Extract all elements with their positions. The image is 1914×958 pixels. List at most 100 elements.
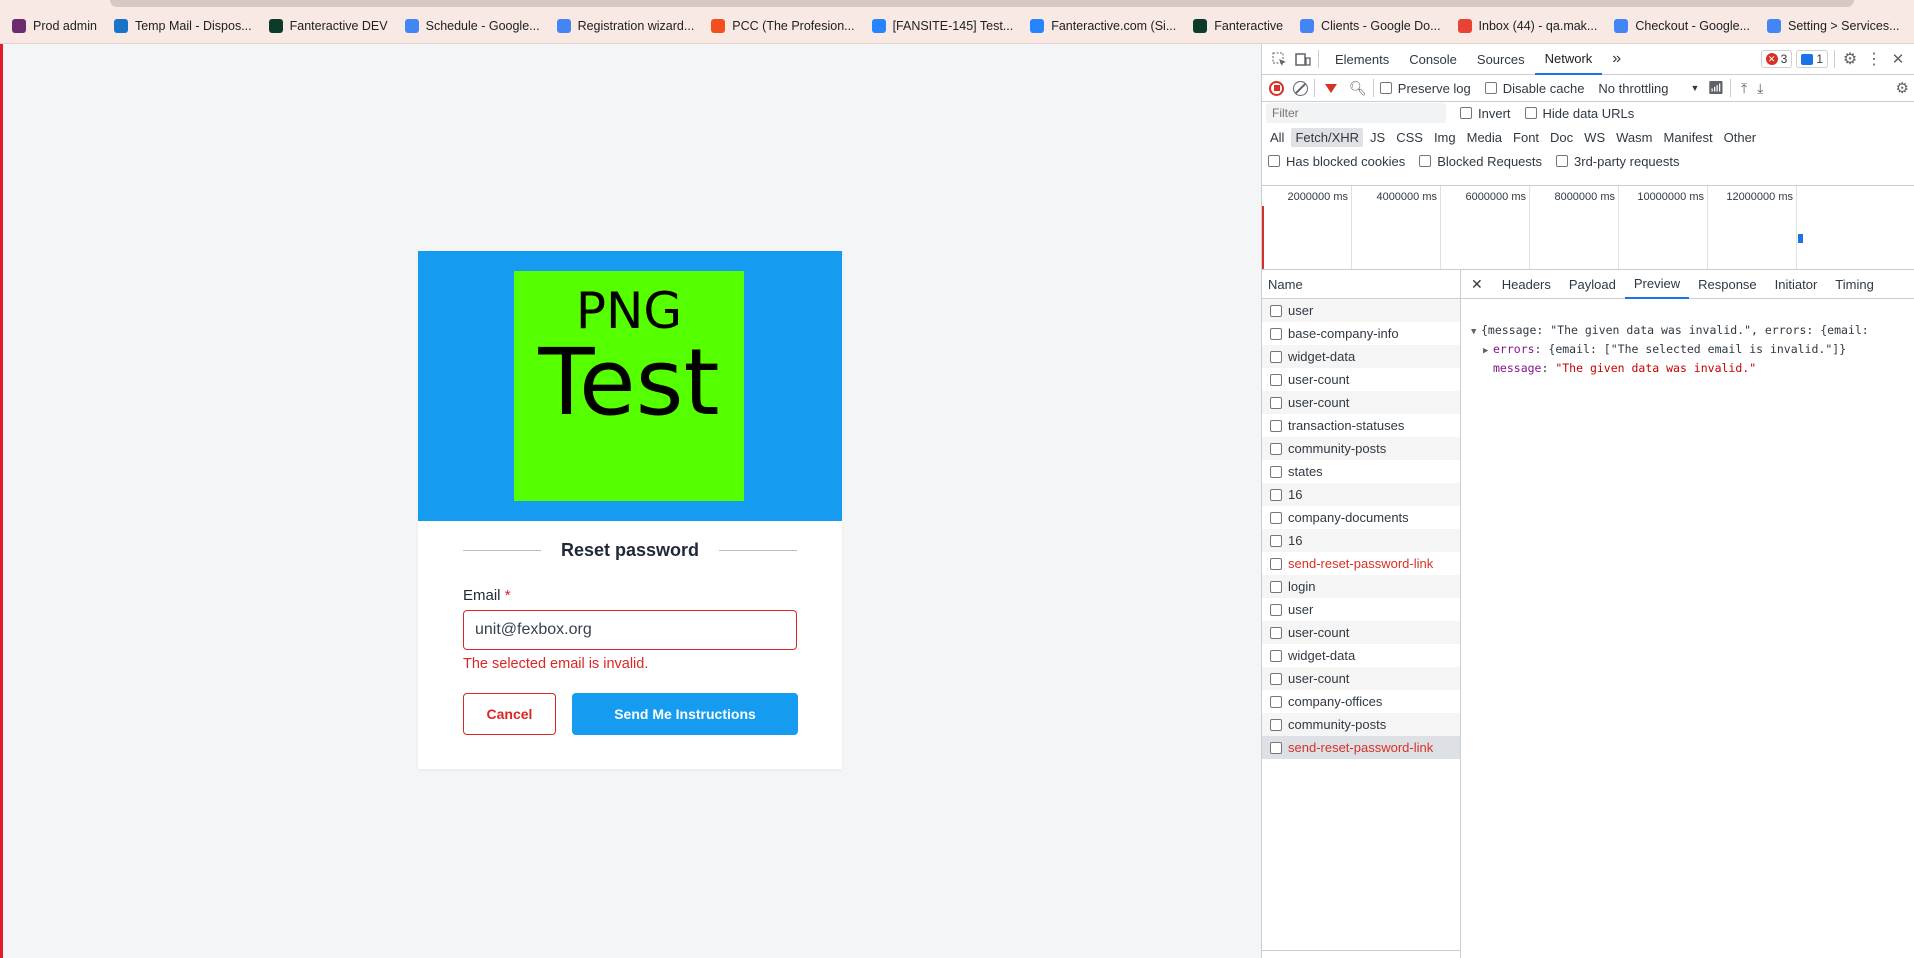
errors-badge[interactable]: ✕ 3 <box>1760 50 1793 68</box>
table-row[interactable]: send-reset-password-link <box>1262 736 1460 759</box>
row-checkbox[interactable] <box>1270 649 1282 662</box>
type-filter-fetch-xhr[interactable]: Fetch/XHR <box>1291 127 1364 147</box>
row-checkbox[interactable] <box>1270 350 1282 363</box>
bookmark-item[interactable]: Inbox (44) - qa.mak... <box>1457 18 1597 33</box>
type-filter-css[interactable]: CSS <box>1392 128 1427 147</box>
checkbox-box[interactable] <box>1484 82 1497 94</box>
more-tabs-button[interactable]: » <box>1602 44 1631 75</box>
table-row[interactable]: login <box>1262 575 1460 598</box>
checkbox-box[interactable] <box>1419 155 1432 167</box>
search-icon[interactable]: 🔍︎ <box>1349 80 1367 97</box>
cancel-button[interactable]: Cancel <box>463 693 556 735</box>
row-checkbox[interactable] <box>1270 672 1282 685</box>
kebab-menu-icon[interactable]: ⋮ <box>1865 50 1883 68</box>
tab-response[interactable]: Response <box>1689 270 1766 299</box>
row-checkbox[interactable] <box>1270 718 1282 731</box>
expand-triangle-icon[interactable]: ▼ <box>1471 324 1481 341</box>
bookmark-item[interactable]: PCC (The Profesion... <box>711 18 855 33</box>
type-filter-ws[interactable]: WS <box>1580 128 1609 147</box>
name-column-header[interactable]: Name <box>1262 270 1460 299</box>
type-filter-wasm[interactable]: Wasm <box>1612 128 1656 147</box>
send-instructions-button[interactable]: Send Me Instructions <box>572 693 798 735</box>
bookmark-item[interactable]: Schedule - Google... <box>404 18 540 33</box>
table-row[interactable]: 16 <box>1262 483 1460 506</box>
row-checkbox[interactable] <box>1270 488 1282 501</box>
table-row[interactable]: widget-data <box>1262 644 1460 667</box>
type-filter-doc[interactable]: Doc <box>1546 128 1577 147</box>
checkbox-box[interactable] <box>1268 155 1280 167</box>
preserve-log-checkbox[interactable]: Preserve log <box>1379 81 1471 96</box>
has-blocked-cookies-checkbox[interactable]: Has blocked cookies <box>1268 154 1405 169</box>
preview-errors-line[interactable]: ▶ errors: {email: ["The selected email is… <box>1471 341 1914 360</box>
throttling-select[interactable]: No throttling ▼ <box>1598 81 1699 96</box>
hide-data-urls-checkbox[interactable]: Hide data URLs <box>1524 106 1634 121</box>
checkbox-box[interactable] <box>1556 155 1569 167</box>
bookmark-item[interactable]: Fanteractive DEV <box>268 18 388 33</box>
type-filter-img[interactable]: Img <box>1430 128 1460 147</box>
bookmark-item[interactable]: Temp Mail - Dispos... <box>113 18 252 33</box>
table-row[interactable]: send-reset-password-link <box>1262 552 1460 575</box>
tab-timing[interactable]: Timing <box>1826 270 1883 299</box>
network-conditions-icon[interactable]: 📶︎ <box>1707 80 1724 96</box>
row-checkbox[interactable] <box>1270 511 1282 524</box>
tab-elements[interactable]: Elements <box>1325 44 1399 75</box>
export-har-icon[interactable]: ⤓ <box>1757 80 1763 97</box>
row-checkbox[interactable] <box>1270 626 1282 639</box>
disable-cache-checkbox[interactable]: Disable cache <box>1484 81 1584 96</box>
filter-input[interactable] <box>1266 103 1446 123</box>
tab-initiator[interactable]: Initiator <box>1766 270 1827 299</box>
row-checkbox[interactable] <box>1270 465 1282 478</box>
collapse-triangle-icon[interactable]: ▶ <box>1483 343 1493 360</box>
device-toolbar-icon[interactable] <box>1294 50 1312 68</box>
type-filter-js[interactable]: JS <box>1366 128 1389 147</box>
third-party-checkbox[interactable]: 3rd-party requests <box>1556 154 1680 169</box>
checkbox-box[interactable] <box>1524 107 1537 119</box>
table-row[interactable]: community-posts <box>1262 713 1460 736</box>
row-checkbox[interactable] <box>1270 373 1282 386</box>
table-row[interactable]: user-count <box>1262 368 1460 391</box>
row-checkbox[interactable] <box>1270 442 1282 455</box>
inspect-element-icon[interactable] <box>1270 50 1288 68</box>
checkbox-box[interactable] <box>1379 82 1392 94</box>
blocked-requests-checkbox[interactable]: Blocked Requests <box>1419 154 1542 169</box>
type-filter-all[interactable]: All <box>1266 128 1288 147</box>
tab-preview[interactable]: Preview <box>1624 270 1690 299</box>
table-row[interactable]: user-count <box>1262 391 1460 414</box>
gear-icon[interactable]: ⚙ <box>1841 50 1859 68</box>
tab-sources[interactable]: Sources <box>1467 44 1535 75</box>
row-checkbox[interactable] <box>1270 534 1282 547</box>
bookmark-item[interactable]: Checkout - Google... <box>1614 18 1750 33</box>
email-field[interactable] <box>463 610 797 650</box>
table-row[interactable]: states <box>1262 460 1460 483</box>
bookmark-item[interactable]: Fanteractive.com (Si... <box>1030 18 1176 33</box>
checkbox-box[interactable] <box>1460 107 1472 119</box>
table-row[interactable]: user <box>1262 598 1460 621</box>
table-row[interactable]: company-documents <box>1262 506 1460 529</box>
table-row[interactable]: company-offices <box>1262 690 1460 713</box>
preview-root-line[interactable]: ▼ {message: "The given data was invalid."… <box>1471 322 1914 341</box>
row-checkbox[interactable] <box>1270 603 1282 616</box>
type-filter-media[interactable]: Media <box>1463 128 1506 147</box>
table-row[interactable]: 16 <box>1262 529 1460 552</box>
tab-console[interactable]: Console <box>1399 44 1467 75</box>
type-filter-font[interactable]: Font <box>1509 128 1543 147</box>
bookmark-item[interactable]: Clients - Google Do... <box>1300 18 1441 33</box>
row-checkbox[interactable] <box>1270 741 1282 754</box>
table-row[interactable]: widget-data <box>1262 345 1460 368</box>
bookmark-item[interactable]: Prod admin <box>12 18 97 33</box>
table-row[interactable]: community-posts <box>1262 437 1460 460</box>
row-checkbox[interactable] <box>1270 557 1282 570</box>
type-filter-manifest[interactable]: Manifest <box>1659 128 1716 147</box>
bookmark-item[interactable]: [FANSITE-145] Test... <box>871 18 1013 33</box>
record-stop-icon[interactable] <box>1269 80 1284 96</box>
table-row[interactable]: user <box>1262 299 1460 322</box>
filter-funnel-icon[interactable] <box>1325 83 1337 93</box>
bookmark-item[interactable]: Setting > Services... <box>1767 18 1900 33</box>
tab-headers[interactable]: Headers <box>1493 270 1560 299</box>
invert-checkbox[interactable]: Invert <box>1460 106 1511 121</box>
row-checkbox[interactable] <box>1270 327 1282 340</box>
row-checkbox[interactable] <box>1270 304 1282 317</box>
bookmark-item[interactable]: Registration wizard... <box>556 18 694 33</box>
clear-icon[interactable] <box>1293 80 1308 96</box>
network-overview-timeline[interactable]: 2000000 ms 4000000 ms 6000000 ms 8000000 ms… <box>1262 185 1914 270</box>
